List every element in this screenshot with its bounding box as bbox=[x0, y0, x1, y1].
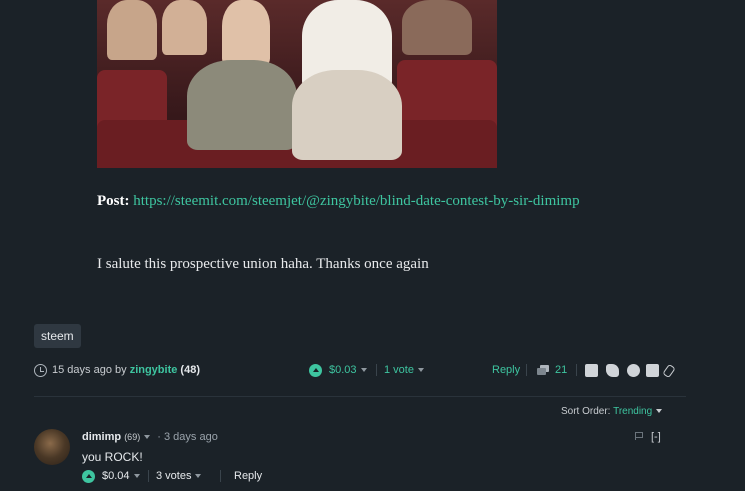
post-meta: 15 days ago by zingybite (48) bbox=[52, 364, 200, 376]
comment-upvote-icon[interactable] bbox=[82, 470, 95, 483]
post-label: Post: bbox=[97, 193, 130, 209]
comment-reputation: (69) bbox=[124, 432, 141, 442]
collapse-toggle[interactable]: [-] bbox=[651, 431, 661, 443]
comment-payout[interactable]: $0.04 bbox=[102, 470, 140, 482]
comment-reply-link[interactable]: Reply bbox=[234, 470, 262, 482]
tag-steem[interactable]: steem bbox=[34, 324, 81, 348]
comment-author[interactable]: dimimp bbox=[82, 431, 121, 443]
sort-order: Sort Order: Trending bbox=[561, 406, 663, 417]
post-link-line: Post: https://steemit.com/steemjet/@zing… bbox=[97, 190, 617, 212]
post-message: I salute this prospective union haha. Th… bbox=[97, 256, 429, 272]
voters-dropdown[interactable]: 1 vote bbox=[384, 364, 424, 376]
comments-icon[interactable] bbox=[537, 365, 549, 375]
payout-amount[interactable]: $0.03 bbox=[329, 364, 367, 376]
avatar[interactable] bbox=[34, 429, 70, 465]
reddit-icon[interactable] bbox=[627, 364, 640, 377]
clock-icon bbox=[34, 364, 47, 377]
post-image bbox=[97, 0, 497, 168]
post-link[interactable]: https://steemit.com/steemjet/@zingybite/… bbox=[133, 193, 579, 209]
upvote-icon[interactable] bbox=[309, 364, 322, 377]
comment-body: you ROCK! bbox=[82, 450, 143, 464]
separator bbox=[526, 364, 527, 376]
comment-header: dimimp (69) · 3 days ago bbox=[82, 431, 218, 443]
reply-link[interactable]: Reply bbox=[492, 364, 520, 376]
time-ago: 15 days ago by bbox=[52, 364, 127, 376]
separator bbox=[220, 470, 221, 482]
flag-icon[interactable] bbox=[635, 432, 643, 440]
twitter-icon[interactable] bbox=[606, 364, 619, 377]
comment-time[interactable]: 3 days ago bbox=[164, 431, 218, 443]
section-divider bbox=[34, 396, 686, 397]
sort-label: Sort Order: bbox=[561, 406, 611, 417]
separator bbox=[376, 364, 377, 376]
comments-count[interactable]: 21 bbox=[555, 364, 567, 376]
author-link[interactable]: zingybite bbox=[130, 364, 178, 376]
link-icon[interactable] bbox=[662, 363, 676, 379]
sort-dropdown[interactable]: Trending bbox=[613, 406, 652, 417]
separator bbox=[148, 470, 149, 482]
separator bbox=[576, 364, 577, 376]
facebook-icon[interactable] bbox=[585, 364, 598, 377]
linkedin-icon[interactable] bbox=[646, 364, 659, 377]
author-reputation: (48) bbox=[180, 364, 200, 376]
comment-voters-dropdown[interactable]: 3 votes bbox=[156, 470, 202, 482]
